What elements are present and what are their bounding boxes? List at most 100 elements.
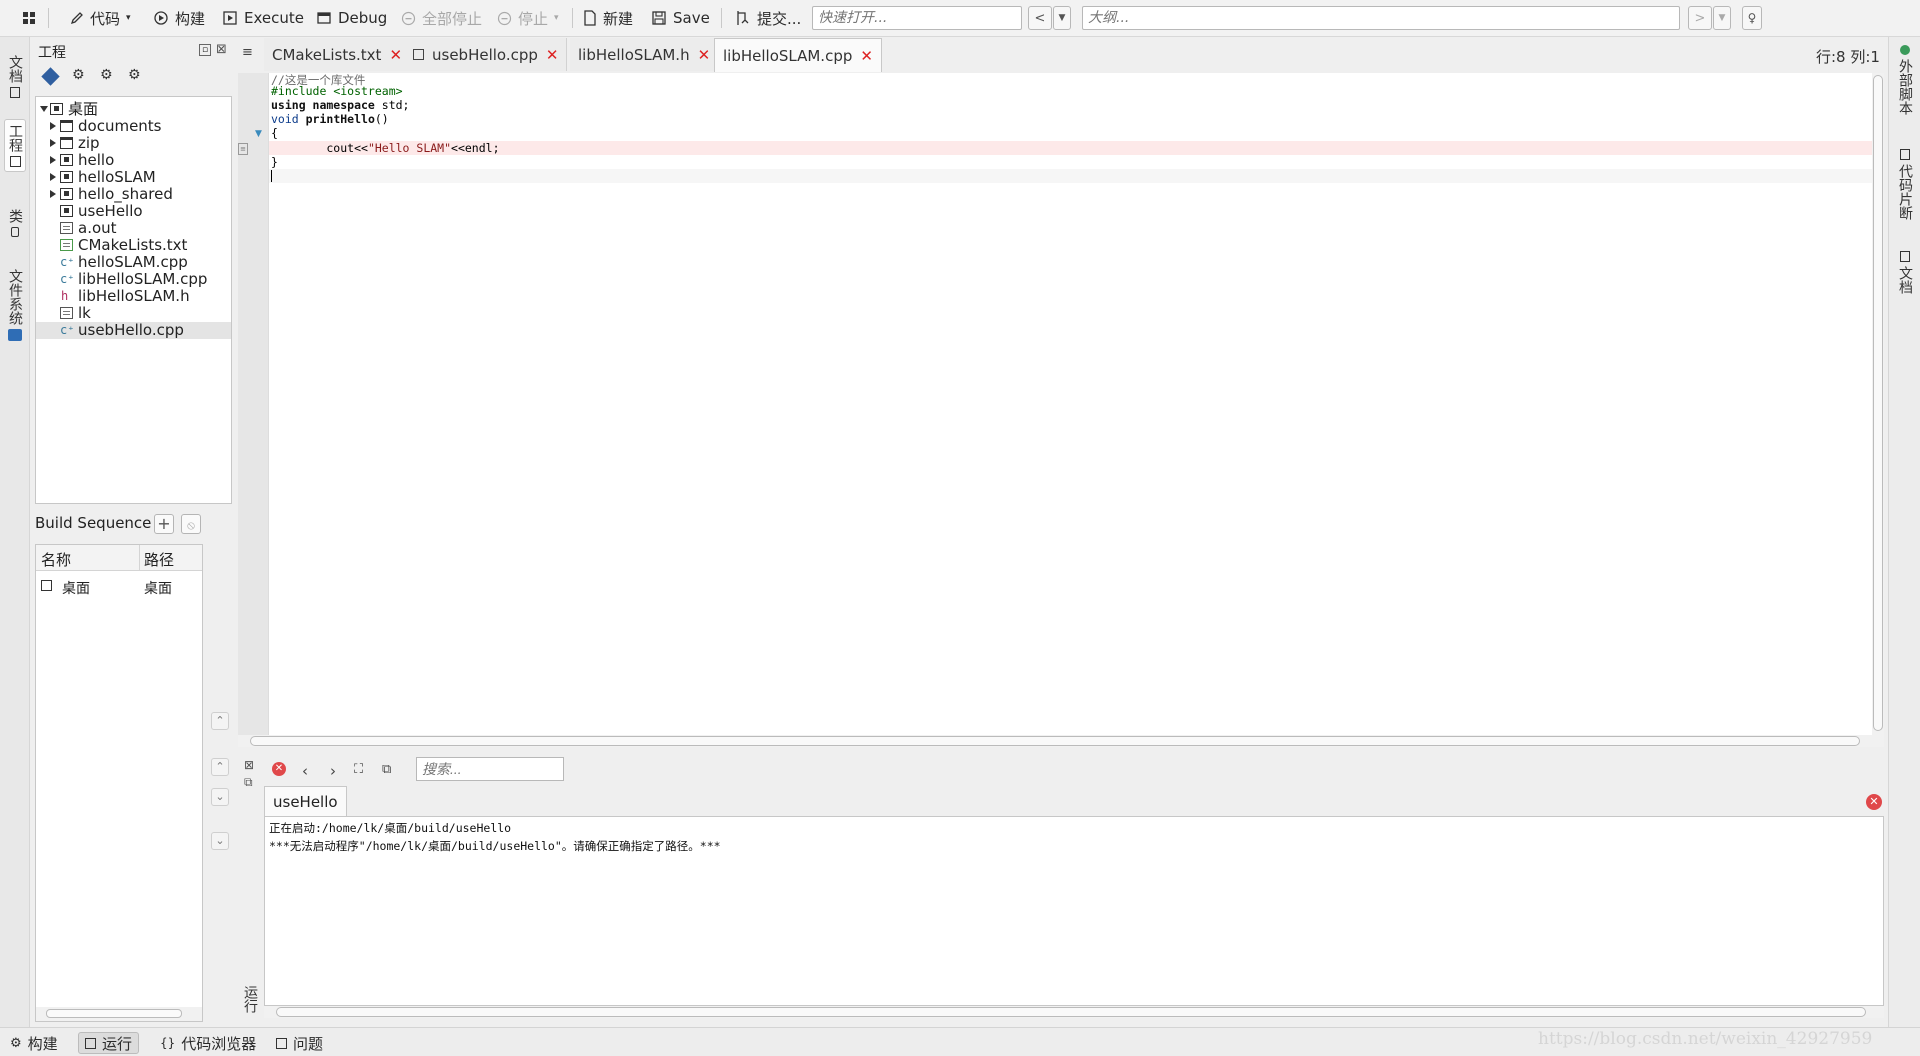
column-header-path[interactable]: 路径 xyxy=(144,549,174,570)
close-output-icon[interactable]: ✕ xyxy=(1866,794,1882,810)
breakpoint-marker-icon[interactable]: ≡ xyxy=(238,143,248,155)
expand-arrow-icon[interactable] xyxy=(50,156,56,164)
tree-row-cmakelists[interactable]: CMakeLists.txt xyxy=(36,237,231,254)
left-tab-classes[interactable]: 类 xyxy=(4,205,26,241)
collapse-arrow-icon[interactable] xyxy=(40,106,48,112)
scrollbar-thumb[interactable] xyxy=(46,1009,182,1018)
settings-icon[interactable]: ⚙ xyxy=(100,67,113,83)
copy-icon[interactable]: ⧉ xyxy=(382,762,391,777)
stop-all-button[interactable]: 全部停止 xyxy=(401,6,482,30)
fullscreen-icon[interactable]: ⛶ xyxy=(354,762,363,777)
code-token: <<endl; xyxy=(451,141,500,155)
left-tab-filesystem[interactable]: 文件系统 xyxy=(4,265,26,345)
tree-row-usehello[interactable]: useHello xyxy=(36,203,231,220)
expand-arrow-icon[interactable] xyxy=(50,190,56,198)
app-menu-icon[interactable] xyxy=(22,6,36,30)
output-hscroll[interactable] xyxy=(264,1006,1884,1018)
output-console[interactable]: 正在启动:/home/lk/桌面/build/useHello ***无法启动程… xyxy=(264,816,1884,1006)
right-tab-snippets[interactable]: 代码片断 xyxy=(1895,149,1915,220)
new-button[interactable]: 新建 xyxy=(583,6,633,30)
editor-vscroll[interactable] xyxy=(1872,73,1884,735)
table-row[interactable]: 桌面 桌面 xyxy=(36,577,202,597)
nav-forward-button[interactable]: > xyxy=(1688,6,1712,30)
close-icon[interactable]: ✕ xyxy=(546,46,559,64)
output-tab-usehello[interactable]: useHello xyxy=(264,786,347,816)
quick-open-input[interactable] xyxy=(812,6,1022,30)
build-sequence-hscroll[interactable] xyxy=(36,1007,202,1021)
tab-usebhello[interactable]: usebHello.cpp ✕ xyxy=(405,38,568,71)
tree-row-usebhello-cpp[interactable]: c⁺ usebHello.cpp xyxy=(36,322,231,339)
debug-button[interactable]: Debug xyxy=(316,6,387,30)
column-header-name[interactable]: 名称 xyxy=(41,549,71,570)
configure-icon[interactable]: ⚙ xyxy=(128,67,141,83)
stop-button[interactable]: 停止 ▾ xyxy=(497,6,559,30)
bottom-tab-build[interactable]: ⚙ 构建 xyxy=(4,1032,64,1054)
tree-row-documents[interactable]: documents xyxy=(36,118,231,135)
outline-input[interactable] xyxy=(1082,6,1680,30)
right-tab-external-scripts[interactable]: 外部脚本 xyxy=(1895,45,1915,115)
scrollbar-thumb[interactable] xyxy=(276,1007,1866,1017)
tree-row-root[interactable]: 桌面 xyxy=(36,101,231,118)
close-panel-icon[interactable]: ⊠ xyxy=(216,42,227,57)
prev-item-button[interactable]: ⌃ xyxy=(211,758,229,776)
expand-arrow-icon[interactable] xyxy=(50,139,56,147)
tree-row-lk[interactable]: lk xyxy=(36,305,231,322)
next-item-button[interactable]: ⌄ xyxy=(211,788,229,806)
nav-history-button[interactable]: ▼ xyxy=(1053,6,1071,30)
bottom-tab-run[interactable]: 运行 xyxy=(78,1032,140,1054)
scrollbar-thumb[interactable] xyxy=(1873,75,1883,731)
close-icon[interactable]: ✕ xyxy=(698,46,711,64)
scroll-top-button[interactable]: ⌃ xyxy=(211,712,229,730)
close-panel-icon[interactable]: ⊠ xyxy=(244,758,254,772)
tab-libhelloslam-cpp[interactable]: libHelloSLAM.cpp ✕ xyxy=(714,38,882,72)
editor-hscroll[interactable] xyxy=(238,735,1884,747)
chevron-left-icon[interactable]: ‹ xyxy=(302,762,308,780)
stop-run-icon[interactable]: ✕ xyxy=(272,762,286,776)
right-tab-documentation[interactable]: 文档 xyxy=(1895,251,1915,294)
bottom-tab-label: 代码浏览器 xyxy=(181,1034,257,1053)
close-icon[interactable]: ✕ xyxy=(860,47,873,65)
tab-libhelloslam-h[interactable]: libHelloSLAM.h ✕ xyxy=(570,38,720,71)
toolbar-separator xyxy=(48,8,49,28)
expand-arrow-icon[interactable] xyxy=(50,173,56,181)
code-editor[interactable]: //这是一个库文件 #include <iostream> using name… xyxy=(268,73,1873,735)
commit-button[interactable]: 提交... xyxy=(735,6,801,30)
build-button[interactable]: 构建 xyxy=(153,6,205,30)
chevron-right-icon[interactable]: › xyxy=(330,762,336,780)
left-tab-documents[interactable]: 文档 xyxy=(4,51,26,102)
nav-forward-history-button[interactable]: ▼ xyxy=(1713,6,1731,30)
tree-row-libhelloslam-cpp[interactable]: c⁺ libHelloSLAM.cpp xyxy=(36,271,231,288)
tree-row-helloslam-cpp[interactable]: c⁺ helloSLAM.cpp xyxy=(36,254,231,271)
add-build-item-button[interactable]: + xyxy=(154,514,174,534)
bottom-tab-code-browser[interactable]: {} 代码浏览器 xyxy=(154,1032,262,1054)
scroll-bottom-button[interactable]: ⌄ xyxy=(211,832,229,850)
float-panel-icon[interactable]: ⧉ xyxy=(244,775,253,790)
tree-row-libhelloslam-h[interactable]: h libHelloSLAM.h xyxy=(36,288,231,305)
chevron-down-icon: ⌄ xyxy=(215,790,225,803)
save-button[interactable]: Save xyxy=(651,6,710,30)
tree-row-aout[interactable]: a.out xyxy=(36,220,231,237)
tree-row-helloslam[interactable]: helloSLAM xyxy=(36,169,231,186)
tab-cmakelists[interactable]: CMakeLists.txt ✕ xyxy=(264,38,412,71)
left-tab-projects[interactable]: 工程 xyxy=(4,119,26,172)
tree-row-zip[interactable]: zip xyxy=(36,135,231,152)
fold-arrow-icon[interactable]: ▼ xyxy=(255,129,262,139)
stop-all-label: 全部停止 xyxy=(422,9,483,28)
sync-icon[interactable] xyxy=(41,67,60,86)
file-icon xyxy=(60,222,73,234)
remove-build-item-button[interactable]: ⦸ xyxy=(181,514,201,534)
nav-back-button[interactable]: < xyxy=(1028,6,1052,30)
float-panel-icon[interactable]: ▫ xyxy=(199,44,211,56)
close-icon[interactable]: ✕ xyxy=(389,46,402,64)
gear-icon[interactable]: ⚙ xyxy=(72,67,85,83)
output-search-input[interactable] xyxy=(416,757,564,781)
tree-row-hello[interactable]: hello xyxy=(36,152,231,169)
code-menu-button[interactable]: 代码 ▾ xyxy=(70,6,131,30)
expand-arrow-icon[interactable] xyxy=(50,122,56,130)
hint-button[interactable]: ♀ xyxy=(1742,6,1762,30)
scrollbar-thumb[interactable] xyxy=(250,736,1860,746)
bottom-tab-problems[interactable]: 问题 xyxy=(270,1032,329,1054)
project-icon xyxy=(60,205,73,217)
tree-row-hello-shared[interactable]: hello_shared xyxy=(36,186,231,203)
execute-button[interactable]: Execute xyxy=(222,6,304,30)
